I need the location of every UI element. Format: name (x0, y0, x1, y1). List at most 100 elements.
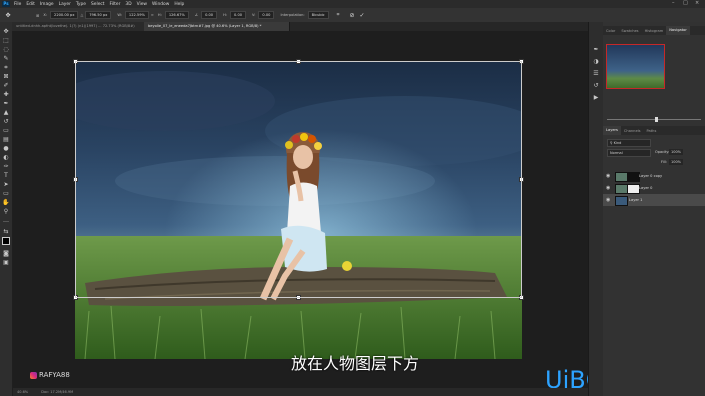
blend-mode-select[interactable]: Normal (607, 149, 651, 157)
blur-tool-icon[interactable]: ● (2, 145, 10, 153)
history-brush-icon[interactable]: ↺ (2, 118, 10, 126)
quick-select-tool-icon[interactable]: ✎ (2, 55, 10, 63)
reference-point-icon[interactable]: ⊞ (36, 13, 39, 18)
swap-colors-icon[interactable]: ⇆ (2, 228, 10, 236)
visibility-eye-icon[interactable]: ◉ (606, 194, 612, 206)
commit-transform-icon[interactable]: ✓ (360, 12, 365, 19)
gradient-tool-icon[interactable]: ▤ (2, 136, 10, 144)
menu-type[interactable]: Type (76, 2, 86, 7)
tab-histogram[interactable]: Histogram (642, 29, 667, 33)
layer-row-selected[interactable]: ◉ Layer 1 (603, 194, 705, 206)
healing-brush-icon[interactable]: ✚ (2, 91, 10, 99)
quick-mask-icon[interactable]: ◙ (2, 250, 10, 258)
marquee-tool-icon[interactable]: ⬚ (2, 37, 10, 45)
stamp-tool-icon[interactable]: ▲ (2, 109, 10, 117)
tab-document-1[interactable]: untitled-dnhh-apfnt(lovethe). 1(?) (n1)(… (12, 22, 149, 31)
screen-mode-icon[interactable]: ▣ (2, 259, 10, 267)
adjustments-icon[interactable]: ◑ (592, 58, 600, 66)
tab-layers[interactable]: Layers (603, 126, 621, 135)
transform-handle-right[interactable] (519, 177, 524, 182)
opacity-field[interactable]: 100% (669, 149, 684, 155)
y-field[interactable]: 796.50 px (85, 11, 112, 19)
tab-document-2[interactable]: beyolie_07_le_eneeda7Jbtrn#7.jpg @ 40.6%… (144, 22, 290, 31)
hand-tool-icon[interactable]: ✋ (2, 199, 10, 207)
crop-tool-icon[interactable]: ⌗ (2, 64, 10, 72)
menu-image[interactable]: Image (40, 2, 54, 7)
menu-layer[interactable]: Layer (59, 2, 71, 7)
foreground-color-swatch[interactable] (2, 236, 10, 245)
navigator-zoom-slider[interactable] (607, 117, 701, 122)
layer-filter-search[interactable]: ⚲ Kind (607, 139, 651, 147)
menu-file[interactable]: File (14, 2, 21, 7)
transform-handle-bottom[interactable] (296, 295, 301, 300)
rectangle-tool-icon[interactable]: ▭ (2, 190, 10, 198)
navigator-thumbnail[interactable] (606, 44, 665, 89)
interpolation-select[interactable]: Bicubic (307, 11, 329, 19)
menu-help[interactable]: Help (174, 2, 184, 7)
layer-name: Layer 0 copy (639, 174, 663, 178)
move-tool-icon[interactable]: ✥ (2, 28, 10, 36)
document-canvas-image[interactable] (75, 61, 522, 359)
minimize-icon[interactable]: – (672, 0, 675, 6)
fill-field[interactable]: 100% (669, 159, 684, 165)
transform-handle-tl[interactable] (73, 59, 78, 64)
menu-filter[interactable]: Filter (110, 2, 121, 7)
menu-select[interactable]: Select (91, 2, 105, 7)
transform-handle-tr[interactable] (519, 59, 524, 64)
brush-tool-icon[interactable]: ✒ (2, 100, 10, 108)
history-icon[interactable]: ↺ (592, 82, 600, 90)
transform-handle-br[interactable] (519, 295, 524, 300)
transform-handle-left[interactable] (73, 177, 78, 182)
maximize-icon[interactable]: □ (683, 0, 688, 6)
height-field[interactable]: 126.67% (164, 11, 189, 19)
layer-row[interactable]: ◉ Layer 0 copy (603, 170, 705, 182)
tab-swatches[interactable]: Swatches (618, 29, 641, 33)
visibility-eye-icon[interactable]: ◉ (606, 170, 612, 182)
x-field[interactable]: 2200.00 px (50, 11, 79, 19)
zoom-level[interactable]: 40.6% (17, 390, 28, 394)
menu-window[interactable]: Window (152, 2, 169, 7)
type-tool-icon[interactable]: T (2, 172, 10, 180)
delta-icon[interactable]: △ (80, 13, 83, 17)
transform-handle-top[interactable] (296, 59, 301, 64)
menu-view[interactable]: View (137, 2, 147, 7)
w-label: W: (117, 13, 122, 17)
width-field[interactable]: 122.59% (124, 11, 149, 19)
menu-edit[interactable]: Edit (26, 2, 35, 7)
more-tools-icon[interactable]: … (2, 217, 10, 225)
photoshop-logo-icon: Ps (2, 1, 10, 7)
layer-name: Layer 1 (629, 198, 643, 202)
tab-paths[interactable]: Paths (644, 129, 660, 133)
warp-icon[interactable]: ⌗ (337, 12, 340, 18)
eraser-tool-icon[interactable]: ▭ (2, 127, 10, 135)
angle-field[interactable]: 0.00 (201, 11, 218, 19)
h-skew-label: H: (223, 13, 228, 17)
actions-icon[interactable]: ▶ (592, 94, 600, 102)
tab-color[interactable]: Color (603, 29, 618, 33)
zoom-tool-icon[interactable]: ⚲ (2, 208, 10, 216)
path-select-icon[interactable]: ➤ (2, 181, 10, 189)
pen-tool-icon[interactable]: ✑ (2, 163, 10, 171)
menu-3d[interactable]: 3D (125, 2, 131, 7)
eyedropper-tool-icon[interactable]: ✐ (2, 82, 10, 90)
status-bar: 40.6% Doc: 17.2M/46.9M (13, 388, 594, 396)
frame-tool-icon[interactable]: ⊠ (2, 73, 10, 81)
lasso-tool-icon[interactable]: ◌ (2, 46, 10, 54)
layer-thumbnail (615, 196, 628, 206)
doc-size[interactable]: Doc: 17.2M/46.9M (41, 390, 73, 394)
dodge-tool-icon[interactable]: ◐ (2, 154, 10, 162)
link-icon[interactable]: ∞ (151, 13, 154, 17)
cancel-transform-icon[interactable]: ⊘ (349, 12, 354, 19)
instagram-watermark: RAFYA88 (30, 371, 70, 379)
layer-row[interactable]: ◉ Layer 0 (603, 182, 705, 194)
visibility-eye-icon[interactable]: ◉ (606, 182, 612, 194)
tab-channels[interactable]: Channels (621, 129, 644, 133)
move-tool-preset-icon[interactable]: ✥ (0, 12, 16, 19)
v-skew-field[interactable]: 0.00 (258, 11, 275, 19)
transform-handle-bl[interactable] (73, 295, 78, 300)
properties-icon[interactable]: ☰ (592, 70, 600, 78)
brush-settings-icon[interactable]: ✒ (592, 46, 600, 54)
close-icon[interactable]: × (695, 0, 699, 6)
h-skew-field[interactable]: 0.00 (230, 11, 247, 19)
tab-navigator[interactable]: Navigator (666, 26, 690, 35)
